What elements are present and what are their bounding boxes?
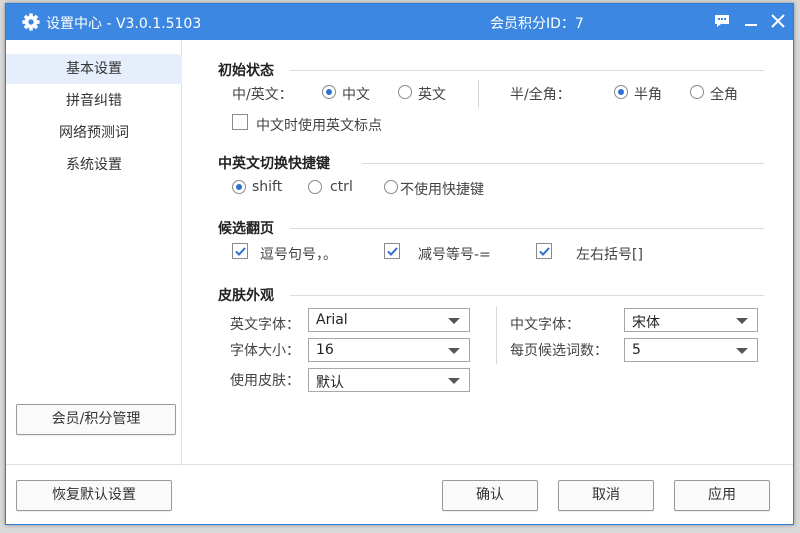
member-points-button[interactable]: 会员/积分管理 <box>16 404 176 435</box>
close-icon[interactable] <box>768 11 788 31</box>
divider <box>478 80 479 108</box>
checkbox-minus-equal-label[interactable]: 减号等号-= <box>418 244 491 264</box>
checkbox-comma-period-label[interactable]: 逗号句号，。 <box>260 244 337 264</box>
english-font-select[interactable]: Arial <box>308 308 470 332</box>
chat-icon[interactable] <box>712 11 732 31</box>
radio-hotkey-none-label[interactable]: 不使用快捷键 <box>400 179 484 199</box>
minimize-icon[interactable] <box>741 11 761 31</box>
radio-hotkey-ctrl-label[interactable]: ctrl <box>330 179 353 195</box>
chinese-font-select[interactable]: 宋体 <box>624 308 758 332</box>
font-size-value: 16 <box>316 342 334 358</box>
window-title: 设置中心 - V3.0.1.5103 <box>46 16 202 32</box>
radio-english[interactable] <box>398 85 412 99</box>
confirm-button[interactable]: 确认 <box>442 480 538 511</box>
english-font-label: 英文字体： <box>230 317 300 333</box>
sidebar-item-basic[interactable]: 基本设置 <box>6 54 182 84</box>
apply-button[interactable]: 应用 <box>674 480 770 511</box>
chevron-down-icon <box>448 318 460 324</box>
restore-defaults-button[interactable]: 恢复默认设置 <box>16 480 172 511</box>
sidebar-item-network-prediction[interactable]: 网络预测词 <box>6 118 182 148</box>
english-punct-label[interactable]: 中文时使用英文标点 <box>256 115 382 135</box>
section-title-hotkey: 中英文切换快捷键 <box>218 156 330 172</box>
radio-half-width[interactable] <box>614 85 628 99</box>
check-icon <box>387 247 398 256</box>
radio-english-label[interactable]: 英文 <box>418 84 446 104</box>
section-divider <box>290 295 764 296</box>
cancel-button[interactable]: 取消 <box>558 480 654 511</box>
candidates-per-page-value: 5 <box>632 342 641 358</box>
footer-divider <box>6 464 793 465</box>
chinese-font-label: 中文字体： <box>510 317 580 333</box>
radio-hotkey-shift[interactable] <box>232 180 246 194</box>
settings-window: 设置中心 - V3.0.1.5103 会员积分ID：7 基本设置 拼音纠错 网络… <box>5 3 794 525</box>
radio-half-width-label[interactable]: 半角 <box>634 84 662 104</box>
section-divider <box>290 70 764 71</box>
section-divider <box>290 228 764 229</box>
sidebar: 基本设置 拼音纠错 网络预测词 系统设置 <box>6 40 182 466</box>
candidates-per-page-label: 每页候选词数： <box>510 343 608 359</box>
check-icon <box>539 247 550 256</box>
checkbox-brackets-label[interactable]: 左右括号[] <box>576 244 643 264</box>
checkbox-minus-equal[interactable] <box>384 243 400 259</box>
radio-chinese-label[interactable]: 中文 <box>342 84 370 104</box>
chevron-down-icon <box>736 318 748 324</box>
gear-icon <box>22 13 40 31</box>
check-icon <box>235 247 246 256</box>
radio-full-width[interactable] <box>690 85 704 99</box>
radio-hotkey-none[interactable] <box>384 180 398 194</box>
lang-label: 中/英文： <box>232 87 293 103</box>
section-title-skin: 皮肤外观 <box>218 288 274 304</box>
radio-hotkey-ctrl[interactable] <box>308 180 322 194</box>
font-size-label: 字体大小： <box>230 343 300 359</box>
sidebar-item-pinyin-correction[interactable]: 拼音纠错 <box>6 86 182 116</box>
english-punct-checkbox[interactable] <box>232 114 248 130</box>
radio-hotkey-shift-label[interactable]: shift <box>252 179 282 195</box>
width-label: 半/全角： <box>510 87 571 103</box>
section-title-paging: 候选翻页 <box>218 221 274 237</box>
sidebar-item-system[interactable]: 系统设置 <box>6 150 182 180</box>
title-bar: 设置中心 - V3.0.1.5103 会员积分ID：7 <box>6 4 793 40</box>
radio-chinese[interactable] <box>322 85 336 99</box>
chevron-down-icon <box>448 348 460 354</box>
english-font-value: Arial <box>316 312 348 328</box>
skin-label: 使用皮肤： <box>230 373 300 389</box>
member-id-text: 会员积分ID：7 <box>490 16 584 32</box>
chevron-down-icon <box>736 348 748 354</box>
section-divider <box>362 163 764 164</box>
divider <box>496 306 497 364</box>
skin-value: 默认 <box>316 375 344 391</box>
skin-select[interactable]: 默认 <box>308 368 470 392</box>
checkbox-brackets[interactable] <box>536 243 552 259</box>
font-size-select[interactable]: 16 <box>308 338 470 362</box>
checkbox-comma-period[interactable] <box>232 243 248 259</box>
chevron-down-icon <box>448 378 460 384</box>
candidates-per-page-select[interactable]: 5 <box>624 338 758 362</box>
chinese-font-value: 宋体 <box>632 315 660 331</box>
radio-full-width-label[interactable]: 全角 <box>710 84 738 104</box>
section-title-initial-state: 初始状态 <box>218 63 274 79</box>
